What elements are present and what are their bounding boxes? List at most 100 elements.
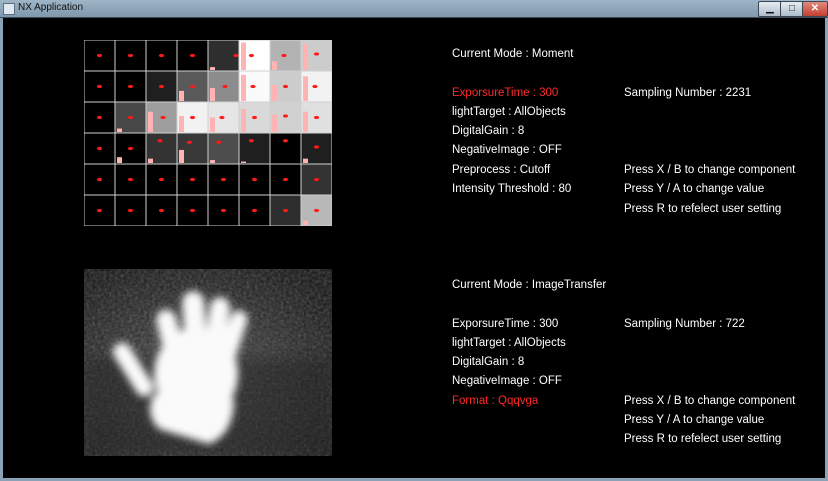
moment-centroid-marker xyxy=(127,84,134,89)
moment-centroid-marker xyxy=(96,177,103,182)
close-button[interactable]: ✕ xyxy=(802,1,828,17)
moment-intensity-bar xyxy=(241,42,246,70)
moment-centroid-marker xyxy=(313,115,320,120)
moment-intensity-bar xyxy=(272,85,277,101)
moment-centroid-marker xyxy=(127,146,134,151)
moment-centroid-marker xyxy=(96,53,103,58)
image-instruction-value: Press Y / A to change value xyxy=(624,414,765,426)
moment-cell xyxy=(269,132,302,165)
moment-intensity-bar xyxy=(303,220,308,225)
moment-grid-svg xyxy=(84,40,332,226)
moment-intensity-bar xyxy=(148,158,153,163)
window-title: NX Application xyxy=(18,2,84,13)
moment-intensity-bar xyxy=(179,149,184,163)
moment-intensity-bar xyxy=(210,87,215,101)
moment-centroid-marker xyxy=(281,53,287,58)
moment-setting-exposure[interactable]: ExporsureTime : 300 xyxy=(452,86,558,100)
moment-centroid-marker xyxy=(127,53,134,58)
image-setting-exposure: ExporsureTime : 300 xyxy=(452,318,559,330)
moment-intensity-bar xyxy=(303,76,308,101)
moment-intensity-bar xyxy=(303,43,308,70)
moment-centroid-marker xyxy=(158,84,165,89)
moment-centroid-marker xyxy=(251,177,258,182)
moment-instruction-value: Press Y / A to change value xyxy=(624,183,765,195)
moment-intensity-bar xyxy=(272,114,277,132)
moment-centroid-marker xyxy=(282,177,289,182)
moment-setting-negative-image: NegativeImage : OFF xyxy=(452,144,562,156)
moment-centroid-marker xyxy=(251,115,258,120)
moment-centroid-marker xyxy=(216,140,222,144)
moment-centroid-marker xyxy=(189,177,196,182)
moment-setting-intensity-threshold: Intensity Threshold : 80 xyxy=(452,183,572,195)
moment-centroid-marker xyxy=(96,84,103,89)
moment-centroid-marker xyxy=(127,115,134,120)
moment-centroid-marker xyxy=(282,139,289,143)
moment-intensity-bar xyxy=(210,160,215,163)
moment-centroid-marker xyxy=(96,208,103,213)
moment-instruction-reflect: Press R to refelect user setting xyxy=(624,203,782,215)
moment-centroid-marker xyxy=(189,208,196,213)
moment-intensity-bar xyxy=(210,67,215,70)
moment-centroid-marker xyxy=(96,146,103,151)
moment-centroid-marker xyxy=(186,140,192,144)
moment-centroid-marker xyxy=(157,139,163,143)
moment-centroid-marker xyxy=(158,177,165,182)
moment-intensity-bar xyxy=(117,157,122,163)
moment-centroid-marker xyxy=(222,84,228,89)
minimize-button[interactable]: ▁ xyxy=(758,1,782,17)
window-frame-left xyxy=(0,18,3,478)
moment-centroid-marker xyxy=(220,208,227,213)
moment-grid xyxy=(84,40,332,226)
moment-intensity-bar xyxy=(241,74,246,101)
moment-intensity-bar xyxy=(241,108,246,132)
moment-intensity-bar xyxy=(241,161,246,163)
moment-intensity-bar xyxy=(210,117,215,132)
moment-centroid-marker xyxy=(282,84,289,89)
moment-instruction-component: Press X / B to change component xyxy=(624,164,796,176)
moment-centroid-marker xyxy=(127,208,134,213)
moment-centroid-marker xyxy=(220,177,227,182)
moment-centroid-marker xyxy=(233,53,239,58)
moment-cell xyxy=(207,132,240,165)
maximize-button[interactable]: □ xyxy=(780,1,804,17)
moment-intensity-bar xyxy=(148,111,153,132)
moment-centroid-marker xyxy=(251,208,258,213)
moment-setting-preprocess: Preprocess : Cutoff xyxy=(452,164,551,176)
moment-centroid-marker xyxy=(282,208,289,213)
moment-setting-digital-gain: DigitalGain : 8 xyxy=(452,125,525,137)
moment-sampling-number: Sampling Number : 2231 xyxy=(624,87,752,99)
moment-centroid-marker xyxy=(219,115,225,120)
hand-image xyxy=(84,269,332,456)
image-setting-light-target: lightTarget : AllObjects xyxy=(452,337,566,349)
moment-intensity-bar xyxy=(179,90,184,101)
moment-centroid-marker xyxy=(313,208,320,213)
moment-centroid-marker xyxy=(282,114,289,118)
moment-centroid-marker xyxy=(189,115,196,120)
moment-setting-light-target: lightTarget : AllObjects xyxy=(452,106,566,118)
moment-centroid-marker xyxy=(248,139,254,143)
moment-intensity-bar xyxy=(117,128,122,132)
moment-centroid-marker xyxy=(127,177,134,182)
moment-centroid-marker xyxy=(96,115,103,120)
moment-centroid-marker xyxy=(189,53,196,58)
image-sampling-number: Sampling Number : 722 xyxy=(624,318,745,330)
moment-centroid-marker xyxy=(313,145,320,149)
image-setting-negative-image: NegativeImage : OFF xyxy=(452,375,562,387)
moment-centroid-marker xyxy=(313,177,320,182)
moment-intensity-bar xyxy=(179,116,184,132)
moment-centroid-marker xyxy=(189,84,196,89)
app-icon xyxy=(3,3,15,15)
moment-centroid-marker xyxy=(250,84,256,89)
moment-centroid-marker xyxy=(312,84,318,89)
image-setting-digital-gain: DigitalGain : 8 xyxy=(452,356,525,368)
image-setting-format[interactable]: Format : Qqqvga xyxy=(452,394,538,408)
image-instruction-reflect: Press R to refelect user setting xyxy=(624,433,782,445)
image-mode-label: Current Mode : ImageTransfer xyxy=(452,279,607,291)
moment-centroid-marker xyxy=(160,115,166,120)
moment-cell xyxy=(238,132,271,165)
moment-centroid-marker xyxy=(313,52,320,56)
image-instruction-component: Press X / B to change component xyxy=(624,395,796,407)
moment-intensity-bar xyxy=(303,158,308,163)
title-bar[interactable]: NX Application ▁ □ ✕ xyxy=(0,0,828,18)
moment-intensity-bar xyxy=(303,111,308,132)
